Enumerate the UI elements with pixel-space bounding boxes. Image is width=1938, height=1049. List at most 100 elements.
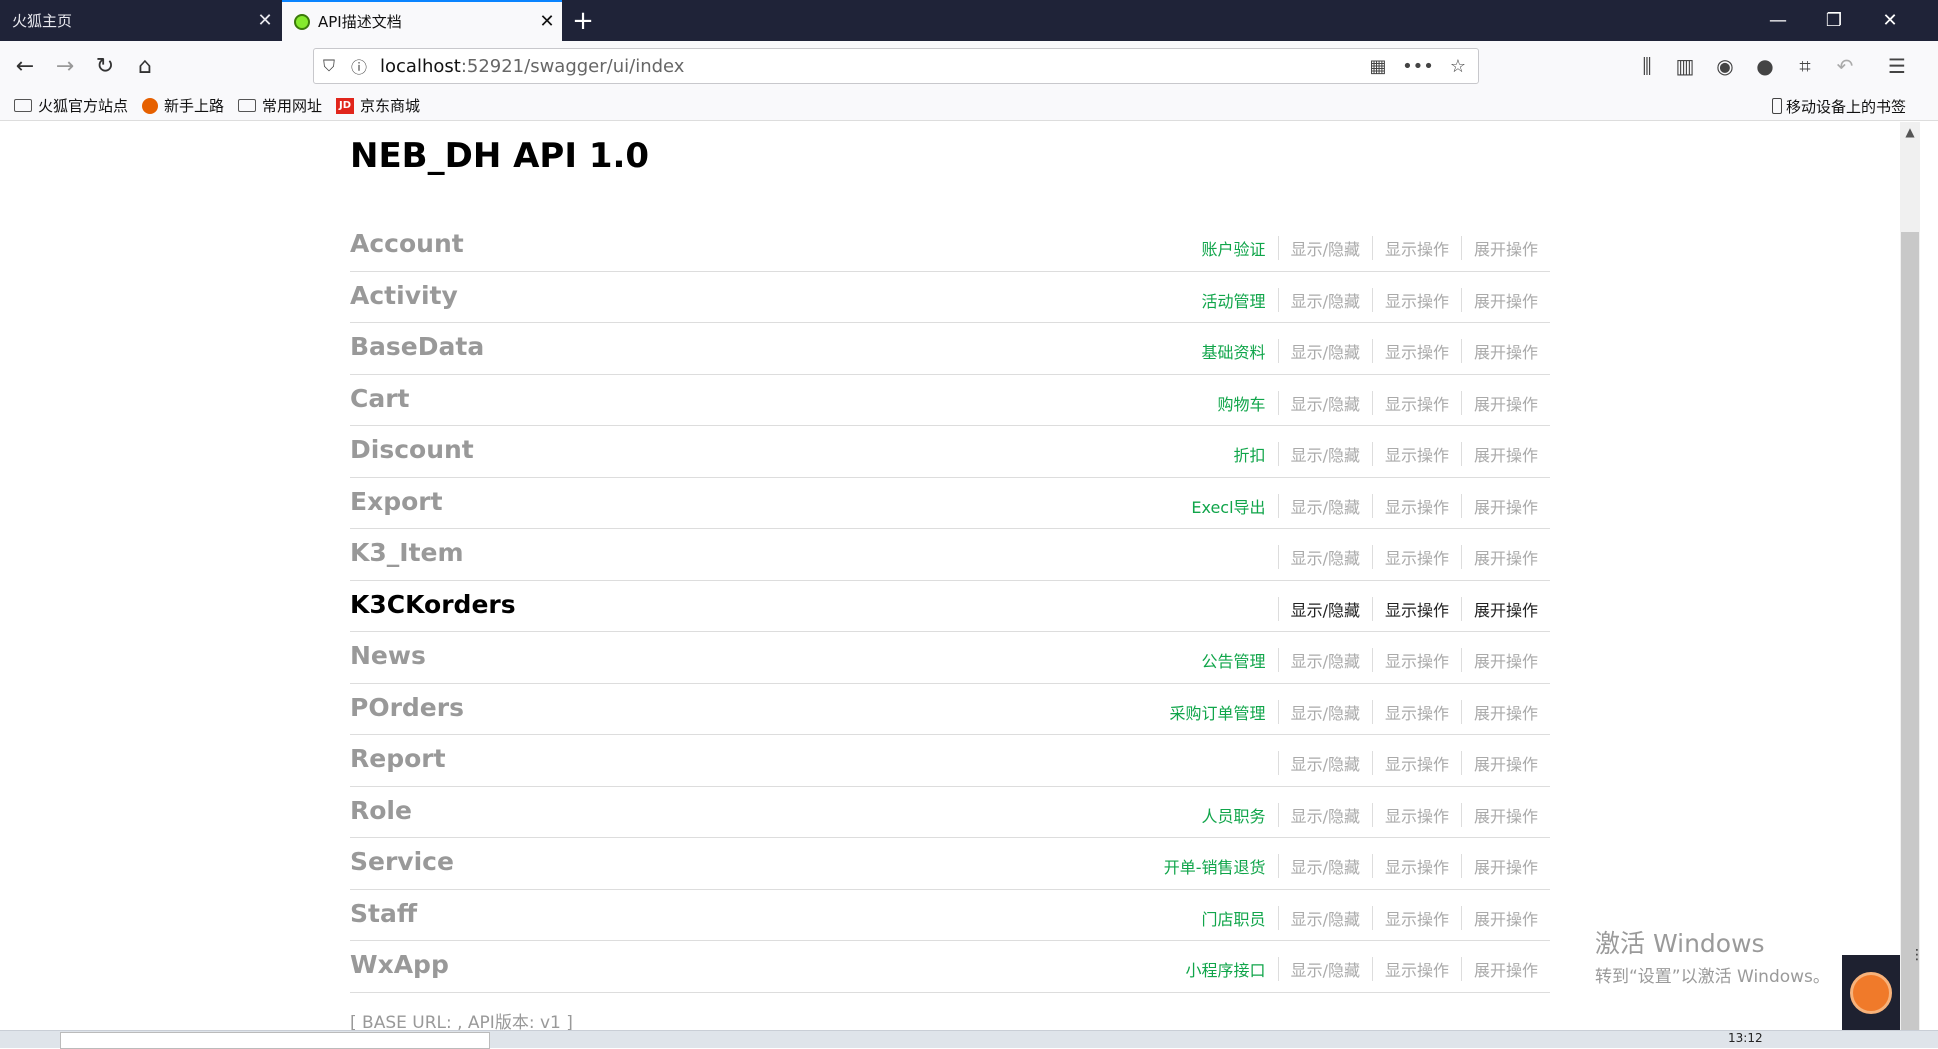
resource-name-link[interactable]: BaseData (350, 332, 484, 361)
expand-operations-button[interactable]: 展开操作 (1460, 339, 1550, 363)
resource-name-link[interactable]: K3_Item (350, 538, 464, 567)
list-operations-button[interactable]: 显示操作 (1371, 957, 1461, 981)
toggle-button[interactable]: 显示/隐藏 (1277, 648, 1372, 672)
list-operations-button[interactable]: 显示操作 (1371, 905, 1461, 930)
toggle-button[interactable]: 显示/隐藏 (1277, 339, 1372, 363)
expand-operations-button[interactable]: 展开操作 (1460, 390, 1550, 415)
scrollbar[interactable]: ▲ (1900, 122, 1920, 1030)
resource-name-link[interactable]: Account (350, 229, 464, 258)
tab-firefox-home[interactable]: 火狐主页 ✕ (0, 0, 280, 41)
resource-name-link[interactable]: Role (350, 796, 412, 825)
list-operations-button[interactable]: 显示操作 (1371, 854, 1461, 878)
info-icon[interactable]: ⓘ (344, 54, 374, 78)
base-url-info: [ BASE URL: , API版本: v1 ] (350, 1013, 573, 1030)
resource-name-link[interactable]: Activity (350, 281, 458, 310)
more-vertical-icon[interactable]: ⋮ (1910, 948, 1924, 962)
account-icon[interactable]: ◉ (1708, 49, 1742, 83)
toggle-button[interactable]: 显示/隐藏 (1277, 596, 1372, 621)
list-operations-button[interactable]: 显示操作 (1371, 751, 1461, 775)
resource-row: Discount 折扣 显示/隐藏 显示操作 展开操作 (350, 426, 1550, 478)
list-operations-button[interactable]: 显示操作 (1371, 390, 1461, 415)
toggle-button[interactable]: 显示/隐藏 (1277, 390, 1372, 415)
expand-operations-button[interactable]: 展开操作 (1460, 957, 1550, 981)
expand-operations-button[interactable]: 展开操作 (1460, 493, 1550, 518)
expand-operations-button[interactable]: 展开操作 (1460, 236, 1550, 260)
scroll-thumb[interactable] (1901, 232, 1919, 1030)
resource-name-link[interactable]: Cart (350, 384, 410, 413)
taskbar-search[interactable] (60, 1032, 490, 1049)
url-text[interactable]: localhost:52921/swagger/ui/index (374, 56, 1358, 77)
undo-icon[interactable]: ↶ (1828, 49, 1862, 83)
list-operations-button[interactable]: 显示操作 (1371, 802, 1461, 827)
expand-operations-button[interactable]: 展开操作 (1460, 545, 1550, 569)
toggle-button[interactable]: 显示/隐藏 (1277, 287, 1372, 312)
list-operations-button[interactable]: 显示操作 (1371, 442, 1461, 466)
expand-operations-button[interactable]: 展开操作 (1460, 905, 1550, 930)
forward-icon[interactable]: → (48, 49, 82, 83)
expand-operations-button[interactable]: 展开操作 (1460, 648, 1550, 672)
new-tab-button[interactable]: + (566, 0, 600, 41)
url-bar[interactable]: ⛉ ⓘ localhost:52921/swagger/ui/index ▦ •… (313, 48, 1479, 84)
toggle-button[interactable]: 显示/隐藏 (1277, 236, 1372, 260)
resource-name-link[interactable]: News (350, 641, 426, 670)
expand-operations-button[interactable]: 展开操作 (1460, 287, 1550, 312)
more-actions-icon[interactable]: ••• (1398, 56, 1438, 77)
bookmark-item[interactable]: 常用网址 (238, 95, 322, 116)
resource-name-link[interactable]: Service (350, 847, 454, 876)
toggle-button[interactable]: 显示/隐藏 (1277, 905, 1372, 930)
expand-operations-button[interactable]: 展开操作 (1460, 802, 1550, 827)
resource-name-link[interactable]: K3CKorders (350, 590, 516, 619)
list-operations-button[interactable]: 显示操作 (1371, 648, 1461, 672)
back-icon[interactable]: ← (8, 49, 42, 83)
expand-operations-button[interactable]: 展开操作 (1460, 442, 1550, 466)
bookmark-star-icon[interactable]: ☆ (1438, 56, 1478, 77)
menu-icon[interactable]: ☰ (1880, 49, 1914, 83)
resource-name-link[interactable]: Discount (350, 435, 474, 464)
list-operations-button[interactable]: 显示操作 (1371, 493, 1461, 518)
toggle-button[interactable]: 显示/隐藏 (1277, 802, 1372, 827)
mobile-bookmarks[interactable]: 移动设备上的书签 (1771, 91, 1906, 121)
resource-name-link[interactable]: WxApp (350, 950, 449, 979)
expand-operations-button[interactable]: 展开操作 (1460, 751, 1550, 775)
resource-name-link[interactable]: POrders (350, 693, 464, 722)
resource-name-link[interactable]: Export (350, 487, 443, 516)
list-operations-button[interactable]: 显示操作 (1371, 545, 1461, 569)
scroll-up-icon[interactable]: ▲ (1900, 122, 1920, 142)
list-operations-button[interactable]: 显示操作 (1371, 699, 1461, 724)
list-operations-button[interactable]: 显示操作 (1371, 339, 1461, 363)
expand-operations-button[interactable]: 展开操作 (1460, 699, 1550, 724)
expand-operations-button[interactable]: 展开操作 (1460, 596, 1550, 621)
toggle-button[interactable]: 显示/隐藏 (1277, 699, 1372, 724)
toggle-button[interactable]: 显示/隐藏 (1277, 751, 1372, 775)
bookmark-item[interactable]: 火狐官方站点 (14, 95, 128, 116)
bookmark-item[interactable]: 新手上路 (142, 95, 224, 116)
library-icon[interactable]: ⫼ (1630, 49, 1664, 83)
toggle-button[interactable]: 显示/隐藏 (1277, 493, 1372, 518)
resource-name-link[interactable]: Report (350, 744, 446, 773)
minimize-button[interactable]: — (1750, 0, 1806, 41)
resource-name-link[interactable]: Staff (350, 899, 417, 928)
chat-icon[interactable]: ● (1748, 49, 1782, 83)
screenshot-icon[interactable]: ⌗ (1788, 49, 1822, 83)
sidebar-icon[interactable]: ▥ (1668, 49, 1702, 83)
resource-description: 小程序接口 (1185, 961, 1266, 980)
reload-icon[interactable]: ↻ (88, 49, 122, 83)
shield-icon[interactable]: ⛉ (314, 56, 344, 76)
toggle-button[interactable]: 显示/隐藏 (1277, 957, 1372, 981)
qr-code-icon[interactable]: ▦ (1358, 56, 1398, 77)
toggle-button[interactable]: 显示/隐藏 (1277, 442, 1372, 466)
restore-button[interactable]: ❐ (1806, 0, 1862, 41)
toggle-button[interactable]: 显示/隐藏 (1277, 854, 1372, 878)
list-operations-button[interactable]: 显示操作 (1371, 236, 1461, 260)
close-icon[interactable]: ✕ (250, 10, 280, 31)
expand-operations-button[interactable]: 展开操作 (1460, 854, 1550, 878)
toggle-button[interactable]: 显示/隐藏 (1277, 545, 1372, 569)
list-operations-button[interactable]: 显示操作 (1371, 596, 1461, 621)
close-window-button[interactable]: ✕ (1862, 0, 1918, 41)
list-operations-button[interactable]: 显示操作 (1371, 287, 1461, 312)
bookmark-item[interactable]: JD 京东商城 (336, 95, 420, 116)
close-icon[interactable]: ✕ (532, 11, 562, 32)
floating-player-widget[interactable] (1842, 955, 1900, 1030)
tab-api-docs[interactable]: API描述文档 ✕ (282, 0, 562, 41)
home-icon[interactable]: ⌂ (128, 49, 162, 83)
